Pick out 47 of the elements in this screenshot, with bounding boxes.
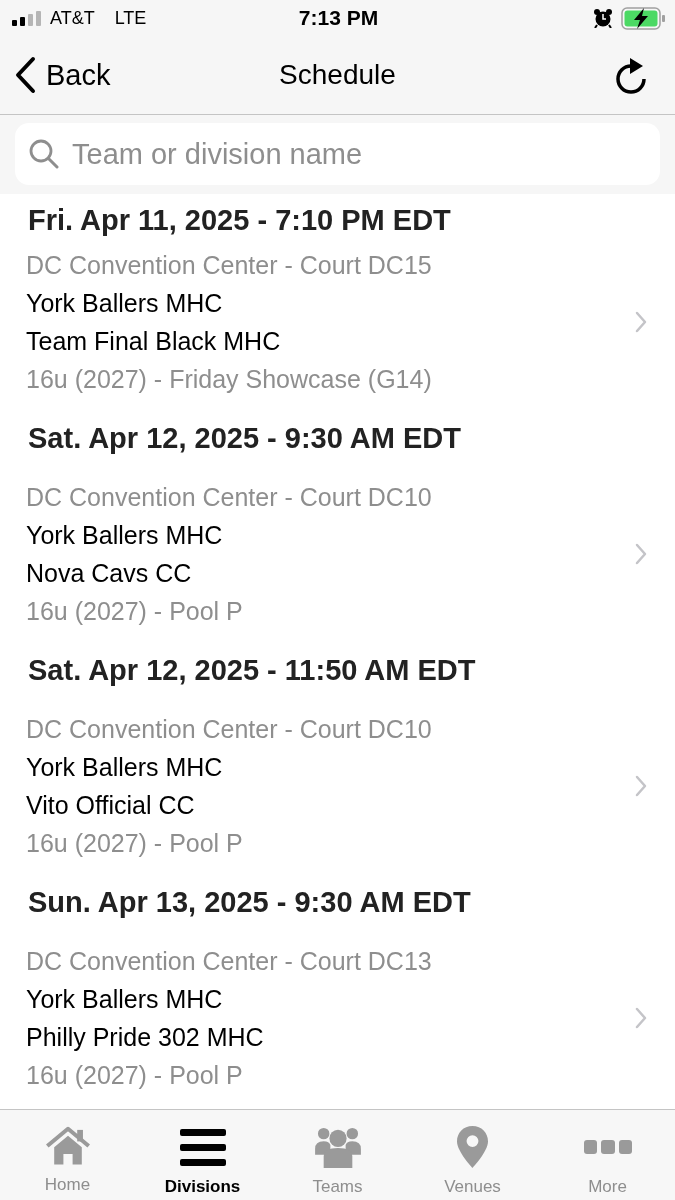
more-icon [583, 1140, 632, 1154]
venue-text: DC Convention Center - Court DC10 [26, 714, 432, 745]
carrier-name: AT&T [50, 7, 95, 29]
refresh-icon [613, 56, 649, 94]
division-text: 16u (2027) - Friday Showcase (G14) [26, 364, 432, 395]
alarm-clock-icon [593, 8, 613, 28]
game-date-header: Sat. Apr 12, 2025 - 11:50 AM EDT [28, 653, 476, 687]
signal-icon [12, 10, 42, 26]
team-name: Nova Cavs CC [26, 558, 192, 589]
map-pin-icon [457, 1126, 488, 1168]
division-text: 16u (2027) - Pool P [26, 1060, 243, 1091]
search-icon [29, 139, 59, 169]
venue-text: DC Convention Center - Court DC13 [26, 946, 432, 977]
teams-tab[interactable]: Teams [270, 1110, 405, 1200]
refresh-button[interactable] [613, 56, 649, 94]
game-date-header: Sat. Apr 12, 2025 - 9:30 AM EDT [28, 421, 461, 455]
venue-text: DC Convention Center - Court DC10 [26, 482, 432, 513]
screen-title: Schedule [279, 59, 396, 91]
team-name: Vito Official CC [26, 790, 195, 821]
venue-text: DC Convention Center - Court DC15 [26, 250, 432, 281]
menu-icon [179, 1129, 226, 1166]
network-type: LTE [114, 7, 147, 29]
team-name: York Ballers MHC [26, 752, 223, 783]
chevron-left-icon [14, 56, 36, 94]
game-date-header: Fri. Apr 11, 2025 - 7:10 PM EDT [28, 203, 451, 237]
team-name: York Ballers MHC [26, 520, 223, 551]
team-name: Team Final Black MHC [26, 326, 281, 357]
chevron-right-icon [635, 1007, 647, 1029]
venues-tab[interactable]: Venues [405, 1110, 540, 1200]
battery-charging-icon [621, 6, 665, 30]
more-tab[interactable]: More [540, 1110, 675, 1200]
team-name: York Ballers MHC [26, 984, 223, 1015]
team-name: Philly Pride 302 MHC [26, 1022, 264, 1053]
home-tab[interactable]: Home [0, 1110, 135, 1200]
team-name: York Ballers MHC [26, 288, 223, 319]
people-icon [313, 1126, 362, 1168]
search-field[interactable]: Team or division name [15, 123, 660, 185]
division-text: 16u (2027) - Pool P [26, 596, 243, 627]
chevron-right-icon [635, 543, 647, 565]
game-date-header: Sun. Apr 13, 2025 - 9:30 AM EDT [28, 885, 471, 919]
divisions-tab[interactable]: Divisions [135, 1110, 270, 1200]
division-text: 16u (2027) - Pool P [26, 828, 243, 859]
chevron-right-icon [635, 311, 647, 333]
chevron-right-icon [635, 775, 647, 797]
home-icon [44, 1126, 91, 1166]
back-button[interactable]: Back [0, 56, 111, 94]
clock-time: 7:13 PM [298, 6, 379, 30]
